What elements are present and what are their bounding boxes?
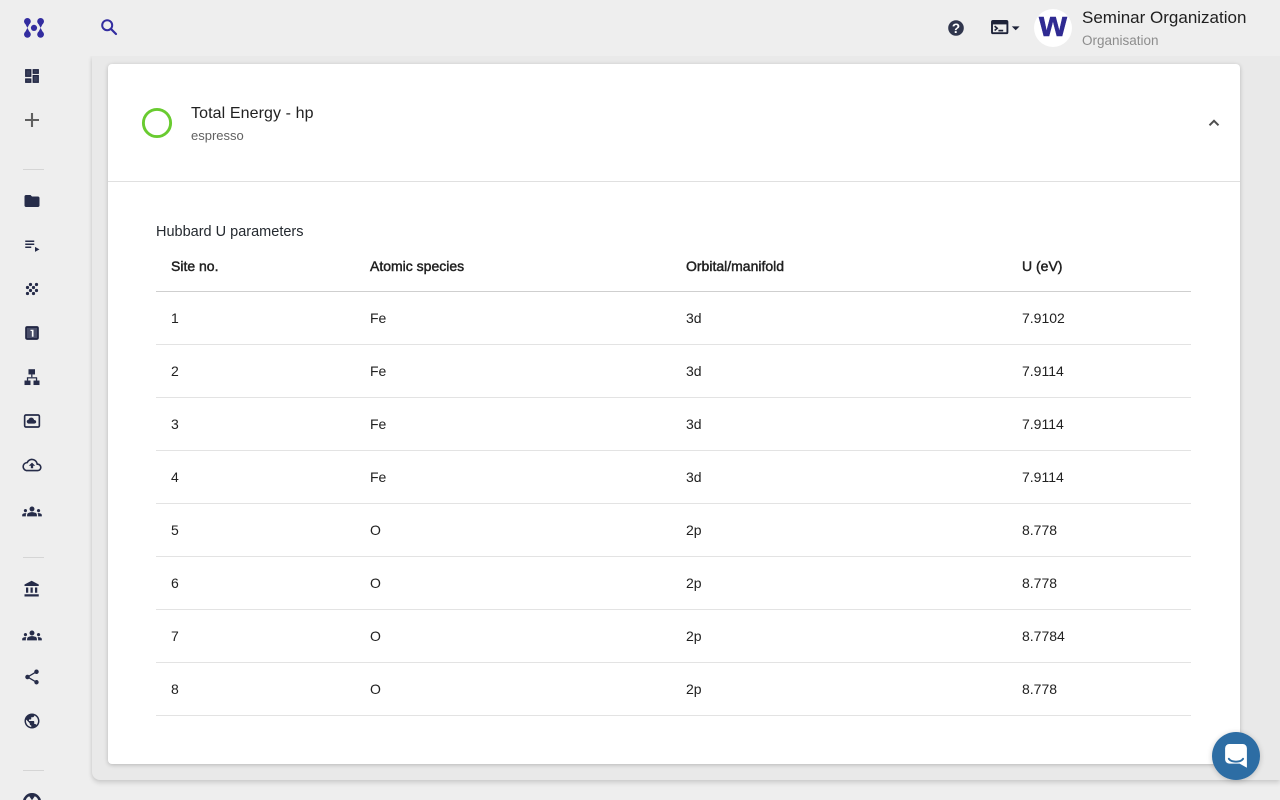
svg-text:?: ? [952,21,960,36]
